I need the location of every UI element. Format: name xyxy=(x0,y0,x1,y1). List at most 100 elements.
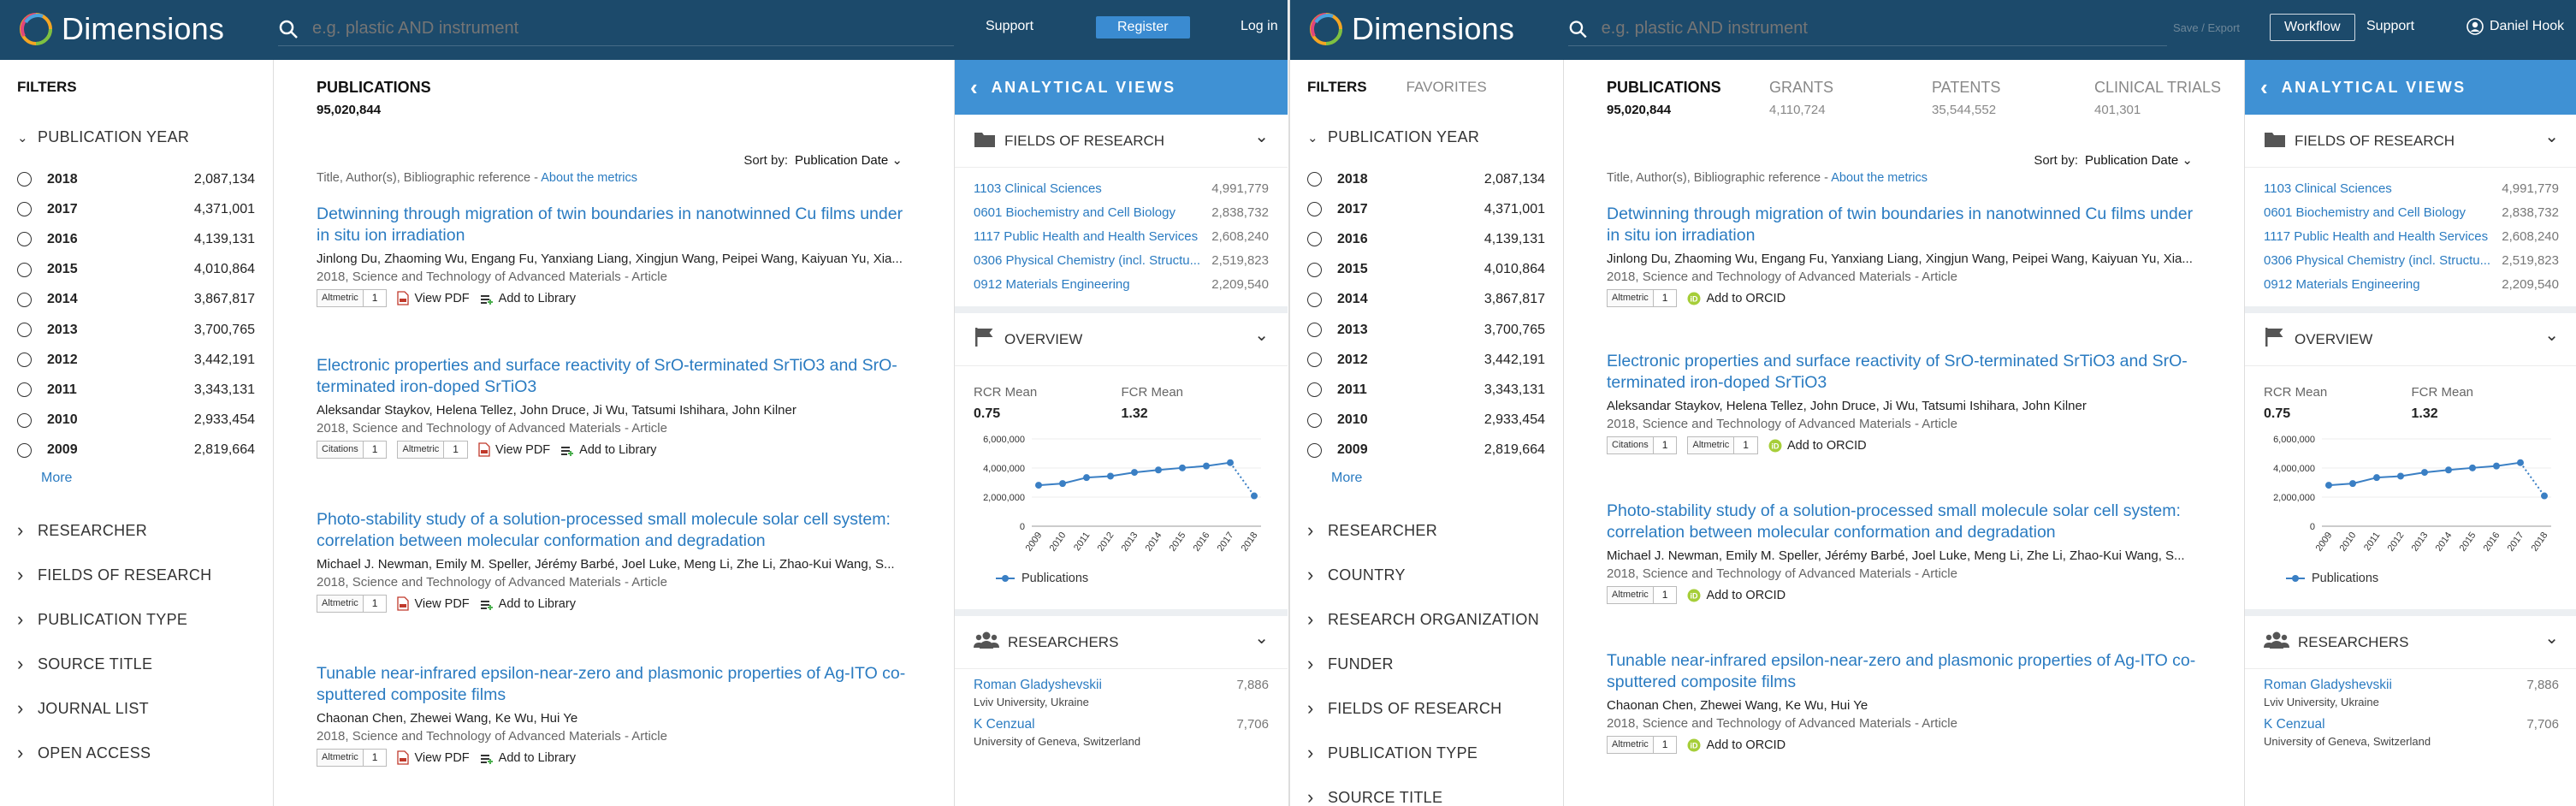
search-input[interactable] xyxy=(312,19,911,39)
field-label[interactable]: 1117 Public Health and Health Services xyxy=(2264,229,2499,244)
article-title[interactable]: Tunable near-infrared epsilon-near-zero … xyxy=(317,663,915,706)
filter-section-toggle[interactable]: › JOURNAL LIST xyxy=(17,697,149,720)
search-bar[interactable] xyxy=(278,12,954,46)
radio-button[interactable] xyxy=(1307,172,1322,187)
data-point[interactable] xyxy=(2397,472,2404,480)
filter-section-toggle[interactable]: › SOURCE TITLE xyxy=(17,653,152,675)
year-filter-row[interactable]: 2013 3,700,765 xyxy=(17,315,255,345)
field-label[interactable]: 1103 Clinical Sciences xyxy=(2264,181,2499,196)
view-pdf-link[interactable]: View PDF xyxy=(478,442,550,457)
filter-section-toggle[interactable]: › FIELDS OF RESEARCH xyxy=(1307,697,1501,720)
field-label[interactable]: 0601 Biochemistry and Cell Biology xyxy=(2264,205,2499,220)
favorites-tab[interactable]: FAVORITES xyxy=(1406,79,1487,96)
field-row[interactable]: 0601 Biochemistry and Cell Biology 2,838,… xyxy=(955,200,1288,224)
data-point[interactable] xyxy=(1203,462,1210,470)
tab-publications[interactable]: PUBLICATIONS 95,020,844 xyxy=(1607,79,1769,117)
register-button[interactable]: Register xyxy=(1096,16,1190,39)
radio-button[interactable] xyxy=(1307,292,1322,307)
radio-button[interactable] xyxy=(1307,353,1322,368)
year-filter-row[interactable]: 2014 3,867,817 xyxy=(1307,285,1545,315)
radio-button[interactable] xyxy=(1307,442,1322,458)
data-point[interactable] xyxy=(1035,482,1042,489)
data-point[interactable] xyxy=(2349,480,2356,488)
year-filter-row[interactable]: 2015 4,010,864 xyxy=(17,255,255,285)
analytical-views-header[interactable]: ‹ ANALYTICAL VIEWS xyxy=(2245,60,2576,115)
about-metrics-link[interactable]: About the metrics xyxy=(1831,171,1928,185)
chevron-left-icon[interactable]: ‹ xyxy=(970,74,978,101)
year-filter-row[interactable]: 2010 2,933,454 xyxy=(17,406,255,436)
article-title[interactable]: Detwinning through migration of twin bou… xyxy=(1607,204,2206,246)
year-filter-row[interactable]: 2013 3,700,765 xyxy=(1307,315,1545,345)
publication-year-toggle[interactable]: ⌄ PUBLICATION YEAR xyxy=(17,128,189,146)
researcher-row[interactable]: Roman Gladyshevskii Lviv University, Ukra… xyxy=(2245,669,2576,708)
filter-section-toggle[interactable]: › RESEARCH ORGANIZATION xyxy=(1307,608,1539,631)
article-title[interactable]: Electronic properties and surface reacti… xyxy=(1607,351,2206,394)
search-icon[interactable] xyxy=(278,19,299,39)
filter-section-toggle[interactable]: › OPEN ACCESS xyxy=(17,742,151,764)
logo[interactable]: Dimensions xyxy=(1307,10,1514,48)
data-point[interactable] xyxy=(1155,466,1162,474)
add-to-orcid-link[interactable]: iD Add to ORCID xyxy=(1687,292,1785,305)
data-point[interactable] xyxy=(1251,492,1258,500)
filter-section-toggle[interactable]: › COUNTRY xyxy=(1307,564,1406,586)
altmetric-badge[interactable]: Altmetric 1 xyxy=(317,595,388,613)
data-point[interactable] xyxy=(2517,459,2524,466)
radio-button[interactable] xyxy=(17,202,32,217)
year-filter-row[interactable]: 2018 2,087,134 xyxy=(17,164,255,194)
citations-badge[interactable]: Citations 1 xyxy=(317,441,388,459)
altmetric-badge[interactable]: Altmetric 1 xyxy=(1607,736,1678,754)
data-point[interactable] xyxy=(2493,462,2500,470)
more-link[interactable]: More xyxy=(1331,471,1362,486)
tab-publications[interactable]: PUBLICATIONS 95,020,844 xyxy=(317,79,479,117)
field-row[interactable]: 1103 Clinical Sciences 4,991,779 xyxy=(2245,176,2576,200)
chevron-left-icon[interactable]: ‹ xyxy=(2260,74,2268,101)
data-point[interactable] xyxy=(1107,472,1114,480)
altmetric-badge[interactable]: Altmetric 1 xyxy=(1607,289,1678,307)
field-label[interactable]: 1103 Clinical Sciences xyxy=(974,181,1209,196)
data-point[interactable] xyxy=(2469,464,2476,471)
sort-control[interactable]: Sort by: Publication Date ⌄ xyxy=(743,152,903,168)
filter-section-toggle[interactable]: › PUBLICATION TYPE xyxy=(1307,742,1477,764)
filter-section-toggle[interactable]: › FIELDS OF RESEARCH xyxy=(17,564,211,586)
field-row[interactable]: 0306 Physical Chemistry (incl. Structu..… xyxy=(2245,248,2576,272)
year-filter-row[interactable]: 2018 2,087,134 xyxy=(1307,164,1545,194)
year-filter-row[interactable]: 2011 3,343,131 xyxy=(17,375,255,405)
data-point[interactable] xyxy=(2541,492,2548,500)
overview-toggle[interactable]: OVERVIEW ⌄ xyxy=(2245,313,2576,366)
year-filter-row[interactable]: 2015 4,010,864 xyxy=(1307,255,1545,285)
article-title[interactable]: Detwinning through migration of twin bou… xyxy=(317,204,915,246)
altmetric-badge[interactable]: Altmetric 1 xyxy=(1687,436,1758,454)
view-pdf-link[interactable]: View PDF xyxy=(397,596,470,611)
overview-toggle[interactable]: OVERVIEW ⌄ xyxy=(955,313,1288,366)
publication-year-toggle[interactable]: ⌄ PUBLICATION YEAR xyxy=(1307,128,1479,146)
logo[interactable]: Dimensions xyxy=(17,10,224,48)
field-row[interactable]: 1117 Public Health and Health Services 2,… xyxy=(2245,224,2576,248)
researcher-name[interactable]: K Cenzual xyxy=(2264,717,2431,732)
field-row[interactable]: 0912 Materials Engineering 2,209,540 xyxy=(955,272,1288,296)
login-link[interactable]: Log in xyxy=(1241,19,1278,34)
view-pdf-link[interactable]: View PDF xyxy=(397,291,470,305)
field-label[interactable]: 0306 Physical Chemistry (incl. Structu..… xyxy=(2264,253,2499,268)
support-link[interactable]: Support xyxy=(2366,19,2414,34)
radio-button[interactable] xyxy=(17,292,32,307)
field-label[interactable]: 0601 Biochemistry and Cell Biology xyxy=(974,205,1209,220)
year-filter-row[interactable]: 2009 2,819,664 xyxy=(1307,436,1545,465)
year-filter-row[interactable]: 2012 3,442,191 xyxy=(1307,345,1545,375)
search-icon[interactable] xyxy=(1568,19,1588,39)
field-row[interactable]: 1103 Clinical Sciences 4,991,779 xyxy=(955,176,1288,200)
data-point[interactable] xyxy=(1131,469,1138,477)
year-filter-row[interactable]: 2011 3,343,131 xyxy=(1307,375,1545,405)
view-pdf-link[interactable]: View PDF xyxy=(397,750,470,765)
researchers-toggle[interactable]: RESEARCHERS ⌄ xyxy=(2245,616,2576,669)
user-menu[interactable]: Daniel Hook xyxy=(2466,18,2564,35)
field-row[interactable]: 1117 Public Health and Health Services 2,… xyxy=(955,224,1288,248)
year-filter-row[interactable]: 2010 2,933,454 xyxy=(1307,406,1545,436)
radio-button[interactable] xyxy=(17,382,32,398)
field-row[interactable]: 0306 Physical Chemistry (incl. Structu..… xyxy=(955,248,1288,272)
researcher-row[interactable]: Roman Gladyshevskii Lviv University, Ukra… xyxy=(955,669,1288,708)
article-title[interactable]: Photo-stability study of a solution-proc… xyxy=(1607,501,2206,543)
save-export-link[interactable]: Save / Export xyxy=(2173,21,2240,34)
radio-button[interactable] xyxy=(17,172,32,187)
data-point[interactable] xyxy=(1083,474,1090,482)
search-bar[interactable] xyxy=(1568,12,2167,46)
